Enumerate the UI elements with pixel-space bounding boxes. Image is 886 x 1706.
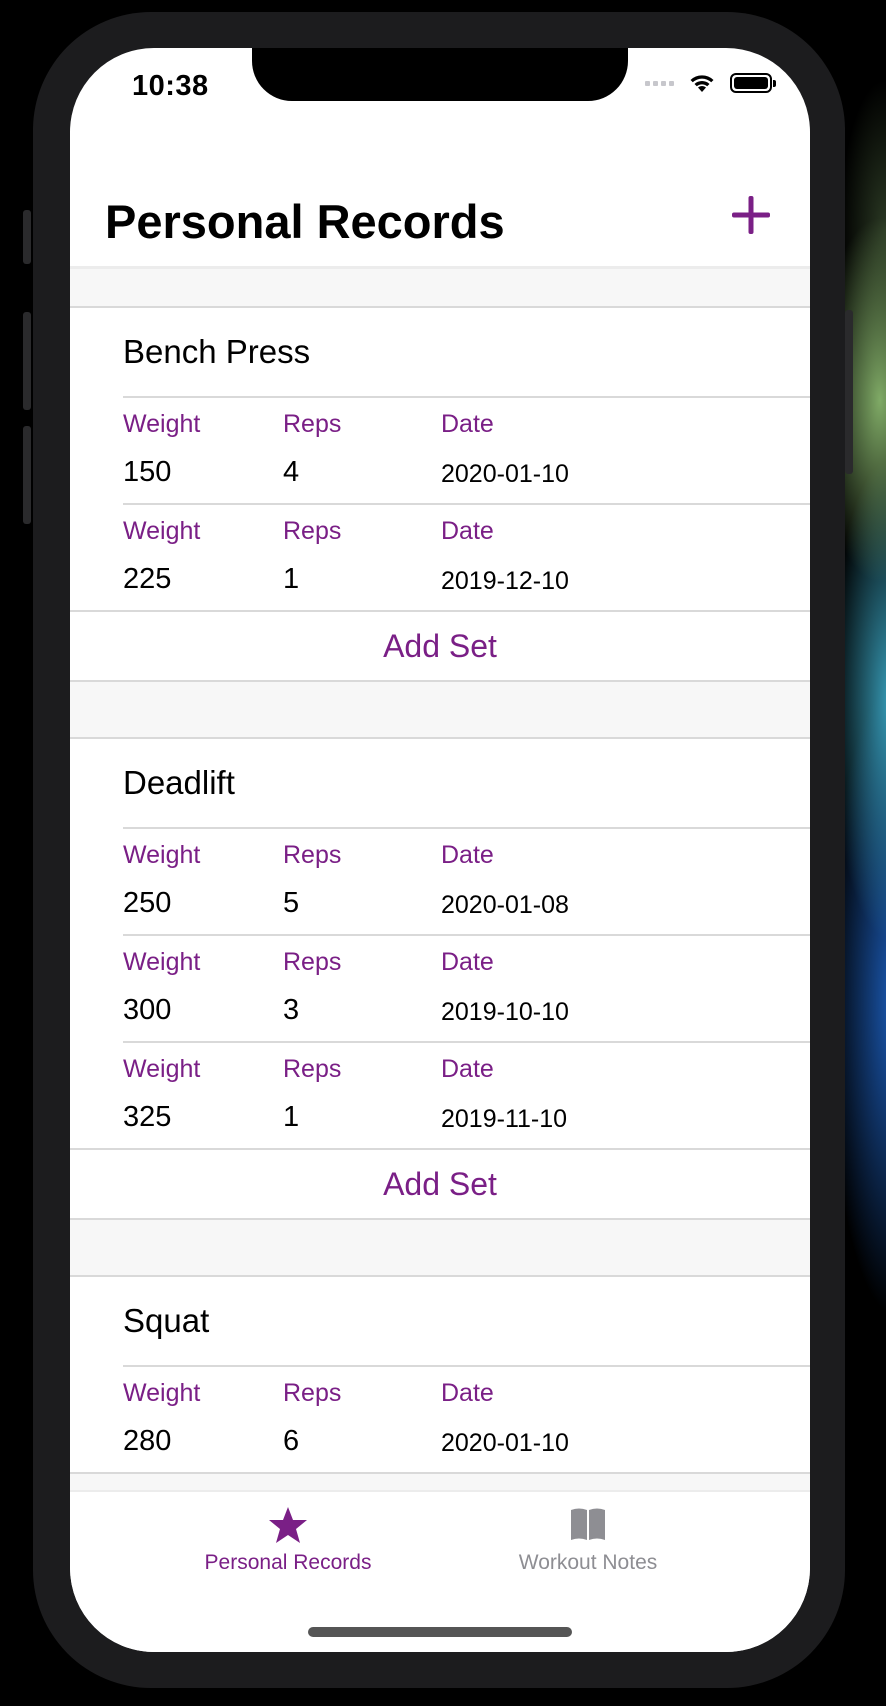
date-value: 2019-11-10 <box>441 1105 568 1133</box>
set-row[interactable]: Weight 300 Reps 3 Date 2019-10-10 <box>123 934 810 1041</box>
section-gap <box>70 682 810 737</box>
page-title: Personal Records <box>105 195 505 248</box>
weight-value: 225 <box>123 563 172 595</box>
weight-value: 325 <box>123 1101 172 1133</box>
notch <box>252 48 628 101</box>
home-indicator <box>308 1627 572 1637</box>
weight-value: 300 <box>123 994 172 1026</box>
set-row[interactable]: Weight 250 Reps 5 Date 2020-01-08 <box>123 827 810 934</box>
weight-label: Weight <box>123 1379 201 1407</box>
mute-switch <box>23 210 31 264</box>
section-gap <box>70 269 810 306</box>
status-time: 10:38 <box>132 70 209 102</box>
reps-label: Reps <box>283 517 342 545</box>
weight-label: Weight <box>123 841 201 869</box>
reps-label: Reps <box>283 1379 342 1407</box>
tab-label: Personal Records <box>204 1551 372 1574</box>
cellular-signal-icon <box>645 80 674 86</box>
date-value: 2020-01-10 <box>441 1429 569 1457</box>
wifi-icon <box>690 75 714 92</box>
weight-label: Weight <box>123 517 201 545</box>
date-value: 2020-01-08 <box>441 891 569 919</box>
set-row[interactable]: Weight 325 Reps 1 Date 2019-11-10 <box>123 1041 810 1148</box>
exercise-section-bench-press: Bench Press Weight 150 Reps 4 Date 2020-01-… <box>70 306 810 682</box>
weight-value: 280 <box>123 1425 172 1457</box>
tab-personal-records[interactable]: Personal Records <box>158 1506 418 1575</box>
weight-value: 150 <box>123 456 172 488</box>
records-list[interactable]: Bench Press Weight 150 Reps 4 Date 2020-01-… <box>70 266 810 1490</box>
set-row[interactable]: Weight 280 Reps 6 Date 2020-01-10 <box>123 1365 810 1472</box>
tab-label: Workout Notes <box>518 1551 658 1574</box>
reps-value: 1 <box>283 1101 300 1133</box>
reps-value: 3 <box>283 994 300 1026</box>
exercise-name: Deadlift <box>123 764 235 801</box>
reps-value: 1 <box>283 563 300 595</box>
add-set-button[interactable]: Add Set <box>70 610 810 680</box>
date-value: 2019-12-10 <box>441 567 569 595</box>
add-set-button[interactable]: Add Set <box>70 1148 810 1218</box>
exercise-section-squat: Squat Weight 280 Reps 6 Date 2020-01-10 <box>70 1275 810 1474</box>
exercise-name: Squat <box>123 1302 210 1339</box>
weight-label: Weight <box>123 410 201 438</box>
volume-up-button <box>23 312 31 410</box>
date-label: Date <box>441 841 494 869</box>
volume-down-button <box>23 426 31 524</box>
reps-value: 5 <box>283 887 300 919</box>
plus-icon <box>732 196 770 234</box>
date-label: Date <box>441 1379 494 1407</box>
section-gap <box>70 1220 810 1275</box>
reps-label: Reps <box>283 1055 342 1083</box>
exercise-name: Bench Press <box>123 333 311 370</box>
date-label: Date <box>441 948 494 976</box>
date-label: Date <box>441 517 494 545</box>
app-screen: 10:38 Personal Records Bench Press Weigh… <box>70 48 810 1652</box>
add-exercise-button[interactable] <box>730 194 772 236</box>
battery-icon <box>730 73 776 93</box>
weight-label: Weight <box>123 948 201 976</box>
date-label: Date <box>441 1055 494 1083</box>
tab-workout-notes[interactable]: Workout Notes <box>458 1506 718 1575</box>
exercise-section-deadlift: Deadlift Weight 250 Reps 5 Date 2020-01-08 … <box>70 737 810 1220</box>
weight-value: 250 <box>123 887 172 919</box>
weight-label: Weight <box>123 1055 201 1083</box>
date-value: 2019-10-10 <box>441 998 569 1026</box>
set-row[interactable]: Weight 150 Reps 4 Date 2020-01-10 <box>123 396 810 503</box>
date-label: Date <box>441 410 494 438</box>
set-row[interactable]: Weight 225 Reps 1 Date 2019-12-10 <box>123 503 810 610</box>
power-button <box>845 310 853 474</box>
reps-value: 4 <box>283 456 300 488</box>
reps-label: Reps <box>283 948 342 976</box>
book-icon <box>571 1508 605 1540</box>
reps-label: Reps <box>283 410 342 438</box>
reps-value: 6 <box>283 1425 300 1457</box>
star-icon <box>269 1507 307 1543</box>
date-value: 2020-01-10 <box>441 460 569 488</box>
status-icons <box>645 72 776 94</box>
reps-label: Reps <box>283 841 342 869</box>
